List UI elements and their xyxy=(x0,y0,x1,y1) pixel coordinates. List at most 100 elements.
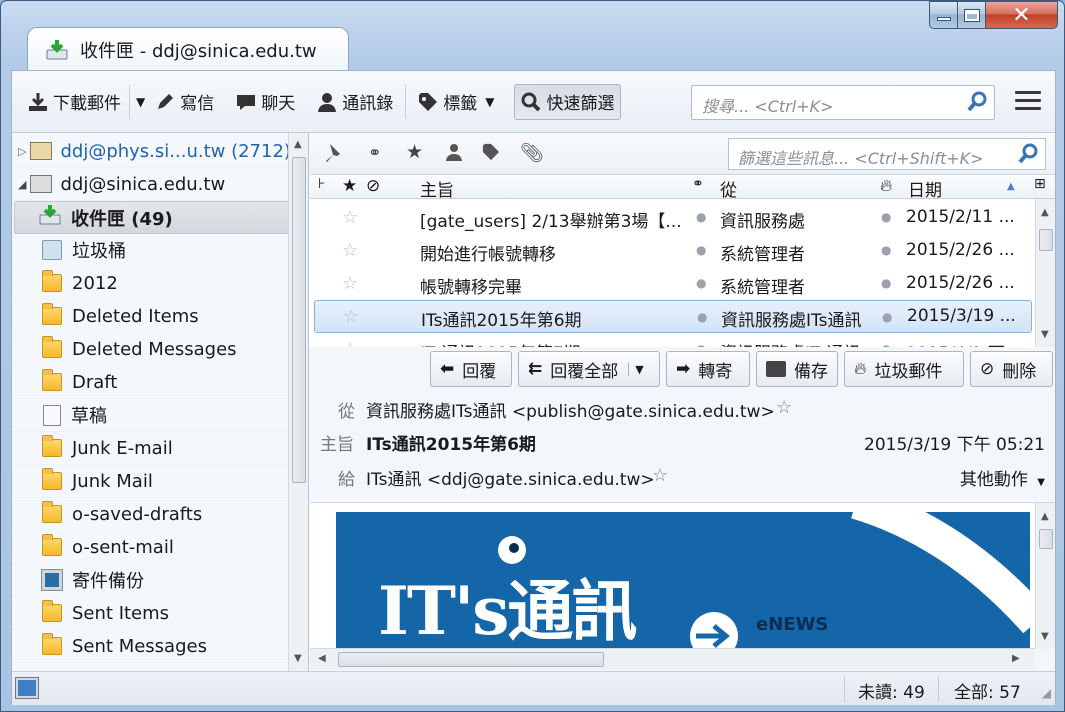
account-icon xyxy=(30,142,53,160)
folder-icon xyxy=(42,270,62,292)
from-column[interactable]: 從 xyxy=(720,176,737,201)
reply-button[interactable]: ⬅ 回覆 xyxy=(430,351,512,387)
sent-icon xyxy=(41,569,63,591)
date-column[interactable]: 日期 xyxy=(908,176,942,201)
unread-filter-icon[interactable]: ⚭ xyxy=(368,143,381,162)
folder-label: 草稿 xyxy=(71,406,107,427)
to-label: 給 xyxy=(338,470,355,490)
star-icon[interactable]: ☆ xyxy=(342,273,358,294)
chat-button[interactable]: 聊天 xyxy=(230,84,301,120)
junk-button[interactable]: 🔥︎ 垃圾郵件 xyxy=(844,351,964,387)
read-dot-icon: ● xyxy=(696,342,706,347)
get-mail-button[interactable]: 下載郵件 xyxy=(22,84,127,120)
chevron-down-icon: ▼ xyxy=(136,94,146,109)
table-row[interactable]: ☆ 開始進行帳號轉移 ● 系統管理者 ● 2015/2/26 ... xyxy=(314,234,1032,267)
read-column-icon[interactable]: ⚭ xyxy=(692,176,704,192)
archive-button[interactable]: 備存 xyxy=(756,351,838,387)
minimize-button[interactable] xyxy=(929,1,958,29)
folder-item-trash[interactable]: 垃圾桶 xyxy=(12,234,308,267)
delete-button[interactable]: ⊘ 刪除 xyxy=(970,351,1053,387)
table-row[interactable]: ☆ 帳號轉移完畢 ● 系統管理者 ● 2015/2/26 ... xyxy=(314,267,1032,300)
folder-item[interactable]: 2012 xyxy=(12,267,308,300)
forward-button[interactable]: ➡ 轉寄 xyxy=(666,351,750,387)
delete-label: 刪除 xyxy=(1002,361,1037,382)
body-scrollbar[interactable]: ▲ ▼ xyxy=(1035,503,1055,649)
folder-scrollbar[interactable]: ▲ ▼ xyxy=(288,133,308,671)
reply-all-button[interactable]: ⇇ 回覆全部 ▼ xyxy=(518,351,660,387)
table-row[interactable]: ☆ ITs通訊2015年第7期 ● 資訊服務處ITs通訊 ● 2015/4/2 … xyxy=(314,333,1032,347)
filter-placeholder: 篩選這些訊息... <Ctrl+Shift+K> xyxy=(738,149,984,168)
filter-messages-input[interactable]: 篩選這些訊息... <Ctrl+Shift+K> xyxy=(728,138,1046,170)
tag-button[interactable]: 標籤 ▼ xyxy=(412,84,500,120)
star-column-icon[interactable]: ★ xyxy=(342,176,357,196)
folder-item[interactable]: Sent Items xyxy=(12,597,308,630)
body-horizontal-scrollbar[interactable]: ◀ ▶ xyxy=(310,648,1035,670)
folder-item[interactable]: Sent Messages xyxy=(12,630,308,663)
scroll-thumb[interactable] xyxy=(1039,529,1053,549)
folder-item[interactable]: Draft xyxy=(12,366,308,399)
hamburger-icon xyxy=(1015,91,1041,94)
close-window-button[interactable]: ✕ xyxy=(986,1,1058,29)
chevron-down-icon[interactable]: ▼ xyxy=(628,362,644,376)
scroll-thumb[interactable] xyxy=(292,157,306,483)
table-row-selected[interactable]: ☆ ITs通訊2015年第6期 ● 資訊服務處ITs通訊 ● 2015/3/19… xyxy=(314,300,1032,333)
from-value[interactable]: 資訊服務處ITs通訊 <publish@gate.sinica.edu.tw> xyxy=(366,397,775,422)
scroll-thumb[interactable] xyxy=(338,652,604,667)
folder-item-drafts[interactable]: 草稿 xyxy=(12,399,308,432)
subject-column[interactable]: 主旨 xyxy=(420,176,454,201)
star-icon[interactable]: ☆ xyxy=(652,465,668,486)
address-book-button[interactable]: 通訊錄 xyxy=(311,84,399,120)
get-mail-dropdown[interactable]: ▼ xyxy=(132,84,149,120)
star-icon[interactable]: ☆ xyxy=(776,397,792,418)
to-value[interactable]: ITs通訊 <ddj@gate.sinica.edu.tw> xyxy=(366,465,655,490)
thread-column-icon[interactable]: ⊦ xyxy=(318,176,325,192)
folder-label: 2012 xyxy=(72,272,118,294)
folder-item[interactable]: o-sent-mail xyxy=(12,531,308,564)
chat-label: 聊天 xyxy=(261,94,296,114)
star-icon[interactable]: ☆ xyxy=(343,306,359,327)
folder-label: Deleted Items xyxy=(72,305,199,327)
maximize-button[interactable] xyxy=(958,1,986,29)
folder-item[interactable]: o-saved-drafts xyxy=(12,498,308,531)
network-status-icon[interactable] xyxy=(15,677,39,699)
star-icon[interactable]: ☆ xyxy=(342,207,358,228)
folder-item[interactable]: Junk E-mail xyxy=(12,432,308,465)
date-value: 2015/3/19 下午 05:21 xyxy=(864,435,1045,455)
other-actions-button[interactable]: 其他動作 ▼ xyxy=(960,465,1045,490)
pin-icon[interactable] xyxy=(324,142,346,169)
folder-item-sent[interactable]: 寄件備份 xyxy=(12,564,308,597)
tab-inbox[interactable]: 收件匣 - ddj@sinica.edu.tw xyxy=(27,27,349,71)
tag-filter-icon[interactable] xyxy=(482,143,500,166)
column-picker-icon[interactable]: ⊞ xyxy=(1034,176,1046,192)
quick-filter-button[interactable]: 快速篩選 xyxy=(514,83,622,120)
message-list-scrollbar[interactable]: ▲ ▼ xyxy=(1035,199,1055,347)
account-row[interactable]: ▷ ddj@phys.si...u.tw (2712) xyxy=(12,135,308,168)
star-filter-icon[interactable]: ★ xyxy=(406,141,423,163)
folder-item[interactable]: Junk Mail xyxy=(12,465,308,498)
global-search-input[interactable]: 搜尋... <Ctrl+K> xyxy=(691,85,995,120)
account-row[interactable]: ◢ ddj@sinica.edu.tw xyxy=(12,168,308,201)
main-toolbar: 下載郵件 ▼ 寫信 聊天 通訊錄 標籤 ▼ 快速篩選 搜尋... <Ctrl+K… xyxy=(12,71,1055,133)
folder-label: o-sent-mail xyxy=(72,536,174,558)
expand-icon: ▷ xyxy=(18,144,27,158)
folder-label: 寄件備份 xyxy=(72,571,144,592)
folder-item[interactable]: Deleted Items xyxy=(12,300,308,333)
star-icon[interactable]: ☆ xyxy=(342,339,358,347)
star-icon[interactable]: ☆ xyxy=(342,240,358,261)
resize-grip-icon[interactable]: ◢ xyxy=(1042,686,1051,700)
write-button[interactable]: 寫信 xyxy=(149,84,220,120)
search-icon xyxy=(1017,143,1039,169)
table-row[interactable]: ☆ [gate_users] 2/13舉辦第3場【... ● 資訊服務處 ● 2… xyxy=(314,201,1032,234)
attachment-filter-icon[interactable]: 📎︎ xyxy=(520,141,544,164)
folder-item-inbox[interactable]: 收件匣 (49) xyxy=(14,201,294,234)
message-body: IT's通訊 eNEWS ▲ ▼ xyxy=(310,502,1055,649)
app-menu-button[interactable] xyxy=(1015,91,1041,113)
scroll-thumb[interactable] xyxy=(1039,229,1053,251)
message-action-bar: ⬅ 回覆 ⇇ 回覆全部 ▼ ➡ 轉寄 備存 🔥︎ 垃圾郵件 ⊘ 刪除 xyxy=(310,350,1055,392)
attachment-column-icon[interactable]: ⊘ xyxy=(366,176,380,196)
close-icon: ✕ xyxy=(1012,2,1031,28)
junk-column-icon[interactable]: 🔥︎ xyxy=(880,176,892,196)
maximize-icon xyxy=(963,8,980,22)
contact-filter-icon[interactable] xyxy=(446,143,462,166)
folder-item[interactable]: Deleted Messages xyxy=(12,333,308,366)
